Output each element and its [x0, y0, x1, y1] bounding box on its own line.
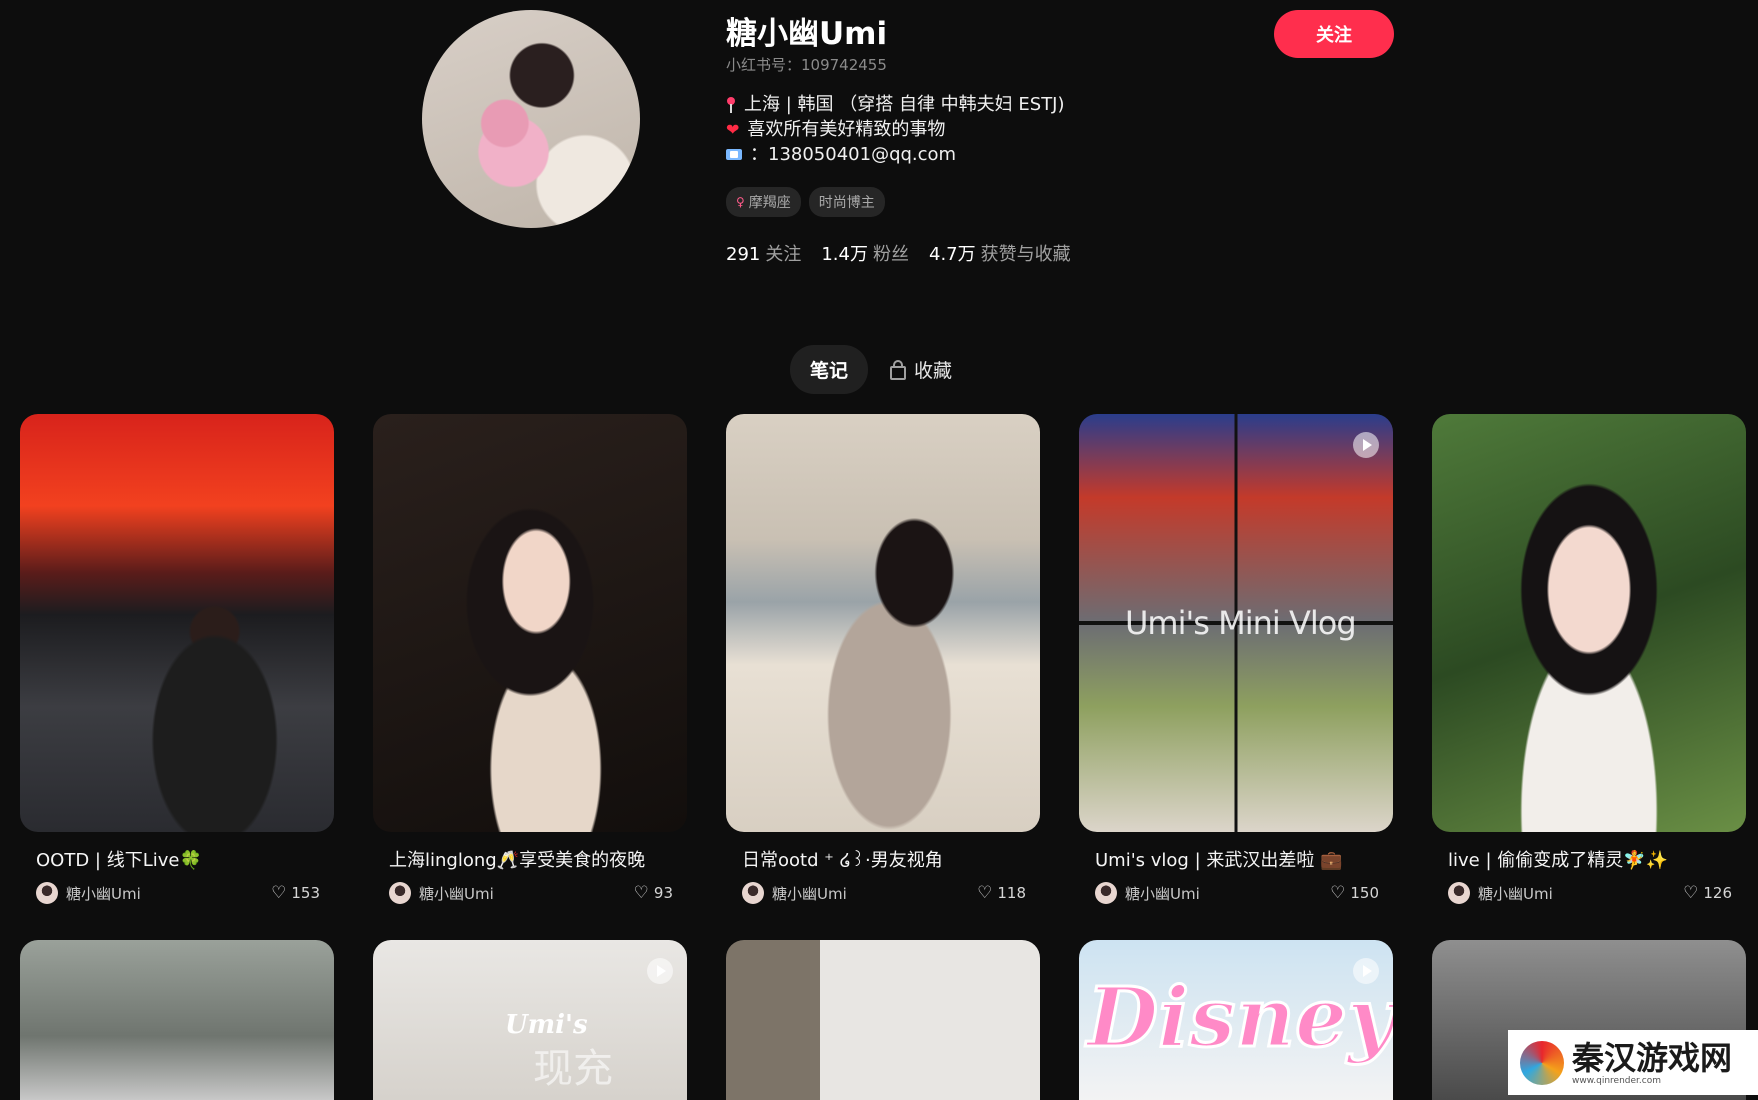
heart-outline-icon: ♡ — [271, 883, 287, 903]
author-avatar — [742, 882, 764, 904]
email-icon — [726, 149, 742, 160]
note-title[interactable]: 日常ootd ⁺ ໒꒱·男友视角 — [726, 846, 1040, 872]
note-author[interactable]: 糖小幽Umi — [1095, 882, 1200, 904]
profile-avatar — [422, 10, 640, 228]
note-card[interactable]: OOTD | 线下Live🍀 糖小幽Umi ♡ 153 — [20, 414, 334, 904]
note-author[interactable]: 糖小幽Umi — [742, 882, 847, 904]
bio-line-likes: 喜欢所有美好精致的事物 — [747, 119, 946, 140]
like-button[interactable]: ♡ 118 — [977, 883, 1026, 903]
profile-name: 糖小幽Umi — [726, 16, 888, 52]
stat-following-value: 291 — [726, 244, 761, 265]
like-count: 126 — [1703, 884, 1732, 902]
heart-outline-icon: ♡ — [1683, 883, 1699, 903]
heart-outline-icon: ♡ — [1330, 883, 1346, 903]
stat-likes-value: 4.7万 — [929, 244, 976, 265]
stat-following-label: 关注 — [765, 244, 802, 265]
stat-likes-label: 获赞与收藏 — [980, 244, 1071, 265]
note-card[interactable]: Umi's 现充 — [373, 940, 687, 1100]
note-card[interactable]: 日常ootd ⁺ ໒꒱·男友视角 糖小幽Umi ♡ 118 — [726, 414, 1040, 904]
note-cover[interactable] — [726, 940, 1040, 1100]
note-cover[interactable] — [1432, 414, 1746, 832]
like-button[interactable]: ♡ 150 — [1330, 883, 1379, 903]
stat-likes: 4.7万 获赞与收藏 — [929, 240, 1071, 266]
heart-icon: ❤ — [726, 120, 740, 139]
note-cover[interactable] — [20, 414, 334, 832]
watermark-text: 秦汉游戏网 — [1572, 1038, 1733, 1077]
note-card[interactable]: live | 偷偷变成了精灵🧚✨ 糖小幽Umi ♡ 126 — [1432, 414, 1746, 904]
note-cover[interactable]: Umi's Mini Vlog — [1079, 414, 1393, 832]
cover-overlay-text: Disney — [1086, 969, 1393, 1068]
author-name: 糖小幽Umi — [772, 884, 847, 903]
like-button[interactable]: ♡ 93 — [634, 883, 673, 903]
tag-zodiac: ♀ 摩羯座 — [726, 187, 801, 217]
like-count: 150 — [1350, 884, 1379, 902]
profile-tabs: 笔记 收藏 — [790, 345, 952, 394]
profile-bio: 上海 | 韩国 （穿搭 自律 中韩夫妇 ESTJ) ❤ 喜欢所有美好精致的事物 ：… — [726, 92, 1065, 167]
tag-zodiac-label: 摩羯座 — [748, 195, 791, 211]
author-avatar — [1448, 882, 1470, 904]
author-name: 糖小幽Umi — [1125, 884, 1200, 903]
author-avatar — [1095, 882, 1117, 904]
heart-outline-icon: ♡ — [633, 883, 649, 903]
stat-followers-label: 粉丝 — [873, 244, 909, 265]
like-count: 153 — [291, 884, 320, 902]
site-watermark: 秦汉游戏网 www.qinrender.com — [1508, 1030, 1758, 1095]
profile-stats: 291 关注 1.4万 粉丝 4.7万 获赞与收藏 — [726, 240, 1071, 266]
profile-tags: ♀ 摩羯座 时尚博主 — [726, 187, 885, 217]
note-card[interactable]: 上海linglong🥂享受美食的夜晚 糖小幽Umi ♡ 93 — [373, 414, 687, 904]
note-cover[interactable] — [726, 414, 1040, 832]
note-card[interactable]: Disney — [1079, 940, 1393, 1100]
tab-notes[interactable]: 笔记 — [790, 345, 869, 394]
heart-outline-icon: ♡ — [977, 883, 993, 903]
note-author[interactable]: 糖小幽Umi — [1448, 882, 1553, 904]
like-count: 118 — [997, 884, 1026, 902]
cover-overlay-text: Umi's Mini Vlog — [1125, 604, 1357, 642]
note-title[interactable]: Umi's vlog | 来武汉出差啦 💼 — [1079, 846, 1393, 872]
stat-followers[interactable]: 1.4万 粉丝 — [821, 240, 909, 266]
note-cover[interactable]: Umi's 现充 — [373, 940, 687, 1100]
follow-button[interactable]: 关注 — [1274, 10, 1394, 58]
note-author[interactable]: 糖小幽Umi — [36, 882, 141, 904]
author-name: 糖小幽Umi — [1478, 884, 1553, 903]
author-name: 糖小幽Umi — [66, 884, 141, 903]
author-name: 糖小幽Umi — [419, 884, 494, 903]
bio-line-email: ：138050401@qq.com — [750, 144, 957, 165]
tab-favorites-label: 收藏 — [914, 360, 953, 382]
bio-line-location: 上海 | 韩国 （穿搭 自律 中韩夫妇 ESTJ) — [744, 94, 1065, 115]
note-title[interactable]: 上海linglong🥂享受美食的夜晚 — [373, 846, 687, 872]
note-card[interactable] — [726, 940, 1040, 1100]
note-cover[interactable]: Disney — [1079, 940, 1393, 1100]
author-avatar — [389, 882, 411, 904]
watermark-logo-icon — [1520, 1040, 1564, 1085]
note-title[interactable]: live | 偷偷变成了精灵🧚✨ — [1432, 846, 1746, 872]
stat-followers-value: 1.4万 — [821, 244, 868, 265]
female-icon: ♀ — [736, 195, 745, 209]
red-id: 小红书号：109742455 — [726, 56, 887, 74]
note-title[interactable]: OOTD | 线下Live🍀 — [20, 846, 334, 872]
lock-icon — [890, 359, 907, 380]
note-author[interactable]: 糖小幽Umi — [389, 882, 494, 904]
cover-overlay-subtext: 现充 — [533, 1046, 613, 1092]
stat-following[interactable]: 291 关注 — [726, 240, 801, 266]
location-pin-icon — [726, 96, 736, 113]
note-cover[interactable] — [373, 414, 687, 832]
note-cover[interactable] — [20, 940, 334, 1100]
tab-favorites[interactable]: 收藏 — [890, 356, 952, 383]
video-play-icon — [647, 958, 673, 984]
note-card[interactable] — [20, 940, 334, 1100]
author-avatar — [36, 882, 58, 904]
like-button[interactable]: ♡ 126 — [1683, 883, 1732, 903]
note-card[interactable]: Umi's Mini Vlog Umi's vlog | 来武汉出差啦 💼 糖小… — [1079, 414, 1393, 904]
video-play-icon — [1353, 432, 1379, 458]
like-count: 93 — [653, 884, 673, 902]
tag-category: 时尚博主 — [808, 187, 885, 217]
like-button[interactable]: ♡ 153 — [271, 883, 320, 903]
watermark-url: www.qinrender.com — [1572, 1075, 1661, 1086]
